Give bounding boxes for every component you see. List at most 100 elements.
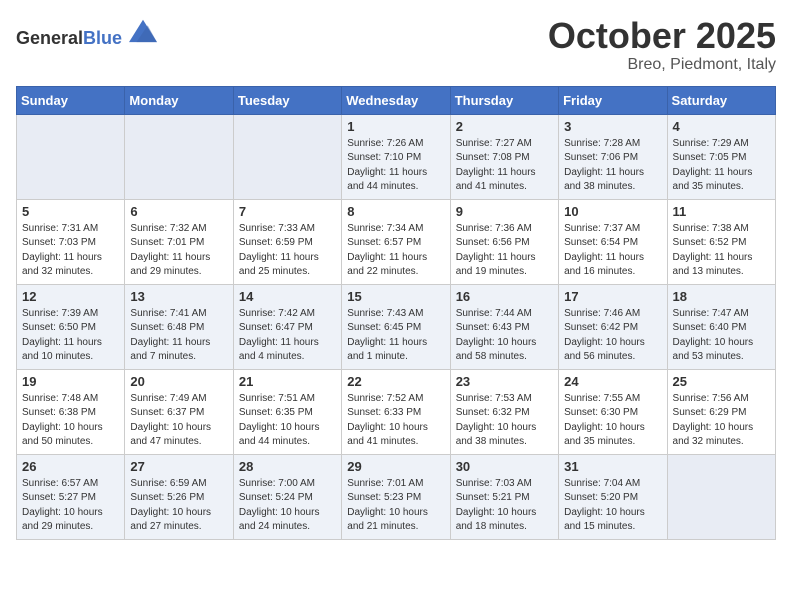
day-info: Sunrise: 7:49 AM Sunset: 6:37 PM Dayligh… [130, 392, 227, 450]
logo-icon [129, 16, 157, 44]
calendar-day-cell: 25 Sunrise: 7:56 AM Sunset: 6:29 PM Dayli… [667, 369, 775, 454]
day-info: Sunrise: 7:51 AM Sunset: 6:35 PM Dayligh… [239, 392, 336, 450]
logo: GeneralBlue [16, 16, 157, 49]
calendar-day-cell: 11Sunrise: 7:38 AM Sunset: 6:52 PM Dayli… [667, 199, 775, 284]
day-info: Sunrise: 7:27 AM Sunset: 7:08 PM Dayligh… [456, 137, 553, 195]
day-info: Sunrise: 7:32 AM Sunset: 7:01 PM Dayligh… [130, 222, 227, 280]
calendar-day-cell: 17Sunrise: 7:46 AM Sunset: 6:42 PM Dayli… [559, 284, 667, 369]
day-number: 25 [673, 374, 770, 389]
day-info: Sunrise: 7:33 AM Sunset: 6:59 PM Dayligh… [239, 222, 336, 280]
day-info: Sunrise: 7:41 AM Sunset: 6:48 PM Dayligh… [130, 307, 227, 365]
page-header: GeneralBlue October 2025 Breo, Piedmont,… [16, 16, 776, 74]
logo-general: General [16, 28, 83, 48]
day-info: Sunrise: 7:28 AM Sunset: 7:06 PM Dayligh… [564, 137, 661, 195]
day-info: Sunrise: 7:26 AM Sunset: 7:10 PM Dayligh… [347, 137, 444, 195]
calendar-day-cell: 19 Sunrise: 7:48 AM Sunset: 6:38 PM Dayli… [17, 369, 125, 454]
weekday-header: Saturday [667, 86, 775, 114]
logo-blue: Blue [83, 28, 122, 48]
day-info: Sunrise: 7:34 AM Sunset: 6:57 PM Dayligh… [347, 222, 444, 280]
calendar-week-row: 1Sunrise: 7:26 AM Sunset: 7:10 PM Daylig… [17, 114, 776, 199]
calendar-day-cell: 12Sunrise: 7:39 AM Sunset: 6:50 PM Dayli… [17, 284, 125, 369]
calendar-day-cell: 1Sunrise: 7:26 AM Sunset: 7:10 PM Daylig… [342, 114, 450, 199]
day-info: Sunrise: 7:03 AM Sunset: 5:21 PM Dayligh… [456, 477, 553, 535]
calendar-week-row: 19 Sunrise: 7:48 AM Sunset: 6:38 PM Dayli… [17, 369, 776, 454]
day-info: Sunrise: 7:29 AM Sunset: 7:05 PM Dayligh… [673, 137, 770, 195]
calendar-week-row: 12Sunrise: 7:39 AM Sunset: 6:50 PM Dayli… [17, 284, 776, 369]
day-number: 15 [347, 289, 444, 304]
day-info: Sunrise: 7:00 AM Sunset: 5:24 PM Dayligh… [239, 477, 336, 535]
weekday-header: Thursday [450, 86, 558, 114]
weekday-header: Sunday [17, 86, 125, 114]
day-number: 23 [456, 374, 553, 389]
calendar-day-cell: 8 Sunrise: 7:34 AM Sunset: 6:57 PM Daylig… [342, 199, 450, 284]
day-info: Sunrise: 7:37 AM Sunset: 6:54 PM Dayligh… [564, 222, 661, 280]
calendar-day-cell: 14 Sunrise: 7:42 AM Sunset: 6:47 PM Dayli… [233, 284, 341, 369]
day-info: Sunrise: 7:36 AM Sunset: 6:56 PM Dayligh… [456, 222, 553, 280]
day-number: 26 [22, 459, 119, 474]
calendar-day-cell: 4Sunrise: 7:29 AM Sunset: 7:05 PM Daylig… [667, 114, 775, 199]
day-info: Sunrise: 7:47 AM Sunset: 6:40 PM Dayligh… [673, 307, 770, 365]
calendar-day-cell: 18 Sunrise: 7:47 AM Sunset: 6:40 PM Dayli… [667, 284, 775, 369]
calendar-day-cell: 23 Sunrise: 7:53 AM Sunset: 6:32 PM Dayli… [450, 369, 558, 454]
calendar-day-cell: 5 Sunrise: 7:31 AM Sunset: 7:03 PM Daylig… [17, 199, 125, 284]
day-info: Sunrise: 6:57 AM Sunset: 5:27 PM Dayligh… [22, 477, 119, 535]
calendar-day-cell [667, 454, 775, 539]
day-info: Sunrise: 7:55 AM Sunset: 6:30 PM Dayligh… [564, 392, 661, 450]
calendar-day-cell: 16 Sunrise: 7:44 AM Sunset: 6:43 PM Dayli… [450, 284, 558, 369]
calendar-day-cell: 21Sunrise: 7:51 AM Sunset: 6:35 PM Dayli… [233, 369, 341, 454]
day-number: 12 [22, 289, 119, 304]
calendar-day-cell: 15Sunrise: 7:43 AM Sunset: 6:45 PM Dayli… [342, 284, 450, 369]
calendar-day-cell: 22Sunrise: 7:52 AM Sunset: 6:33 PM Dayli… [342, 369, 450, 454]
calendar-day-cell: 29Sunrise: 7:01 AM Sunset: 5:23 PM Dayli… [342, 454, 450, 539]
day-number: 19 [22, 374, 119, 389]
day-number: 5 [22, 204, 119, 219]
location: Breo, Piedmont, Italy [548, 56, 776, 74]
day-number: 11 [673, 204, 770, 219]
day-number: 13 [130, 289, 227, 304]
day-info: Sunrise: 7:56 AM Sunset: 6:29 PM Dayligh… [673, 392, 770, 450]
weekday-header: Tuesday [233, 86, 341, 114]
calendar-day-cell [17, 114, 125, 199]
day-number: 22 [347, 374, 444, 389]
calendar-week-row: 5 Sunrise: 7:31 AM Sunset: 7:03 PM Daylig… [17, 199, 776, 284]
calendar-week-row: 26 Sunrise: 6:57 AM Sunset: 5:27 PM Dayli… [17, 454, 776, 539]
day-info: Sunrise: 7:44 AM Sunset: 6:43 PM Dayligh… [456, 307, 553, 365]
title-block: October 2025 Breo, Piedmont, Italy [548, 16, 776, 74]
calendar-day-cell [233, 114, 341, 199]
day-info: Sunrise: 7:31 AM Sunset: 7:03 PM Dayligh… [22, 222, 119, 280]
calendar-day-cell [125, 114, 233, 199]
calendar-day-cell: 2 Sunrise: 7:27 AM Sunset: 7:08 PM Daylig… [450, 114, 558, 199]
weekday-header: Friday [559, 86, 667, 114]
calendar-day-cell: 7 Sunrise: 7:33 AM Sunset: 6:59 PM Daylig… [233, 199, 341, 284]
day-number: 20 [130, 374, 227, 389]
calendar-day-cell: 20 Sunrise: 7:49 AM Sunset: 6:37 PM Dayli… [125, 369, 233, 454]
day-number: 16 [456, 289, 553, 304]
calendar-day-cell: 3 Sunrise: 7:28 AM Sunset: 7:06 PM Daylig… [559, 114, 667, 199]
day-number: 6 [130, 204, 227, 219]
day-number: 9 [456, 204, 553, 219]
day-number: 14 [239, 289, 336, 304]
day-info: Sunrise: 7:42 AM Sunset: 6:47 PM Dayligh… [239, 307, 336, 365]
day-number: 2 [456, 119, 553, 134]
day-number: 24 [564, 374, 661, 389]
weekday-header: Wednesday [342, 86, 450, 114]
calendar-day-cell: 6 Sunrise: 7:32 AM Sunset: 7:01 PM Daylig… [125, 199, 233, 284]
day-number: 7 [239, 204, 336, 219]
day-number: 31 [564, 459, 661, 474]
weekday-header: Monday [125, 86, 233, 114]
month-title: October 2025 [548, 16, 776, 56]
day-number: 10 [564, 204, 661, 219]
calendar-day-cell: 28 Sunrise: 7:00 AM Sunset: 5:24 PM Dayli… [233, 454, 341, 539]
calendar-day-cell: 26 Sunrise: 6:57 AM Sunset: 5:27 PM Dayli… [17, 454, 125, 539]
calendar-table: SundayMondayTuesdayWednesdayThursdayFrid… [16, 86, 776, 540]
calendar-header-row: SundayMondayTuesdayWednesdayThursdayFrid… [17, 86, 776, 114]
day-number: 8 [347, 204, 444, 219]
day-number: 18 [673, 289, 770, 304]
day-info: Sunrise: 7:48 AM Sunset: 6:38 PM Dayligh… [22, 392, 119, 450]
day-info: Sunrise: 7:04 AM Sunset: 5:20 PM Dayligh… [564, 477, 661, 535]
day-number: 28 [239, 459, 336, 474]
day-info: Sunrise: 7:53 AM Sunset: 6:32 PM Dayligh… [456, 392, 553, 450]
day-number: 3 [564, 119, 661, 134]
day-number: 17 [564, 289, 661, 304]
day-number: 27 [130, 459, 227, 474]
